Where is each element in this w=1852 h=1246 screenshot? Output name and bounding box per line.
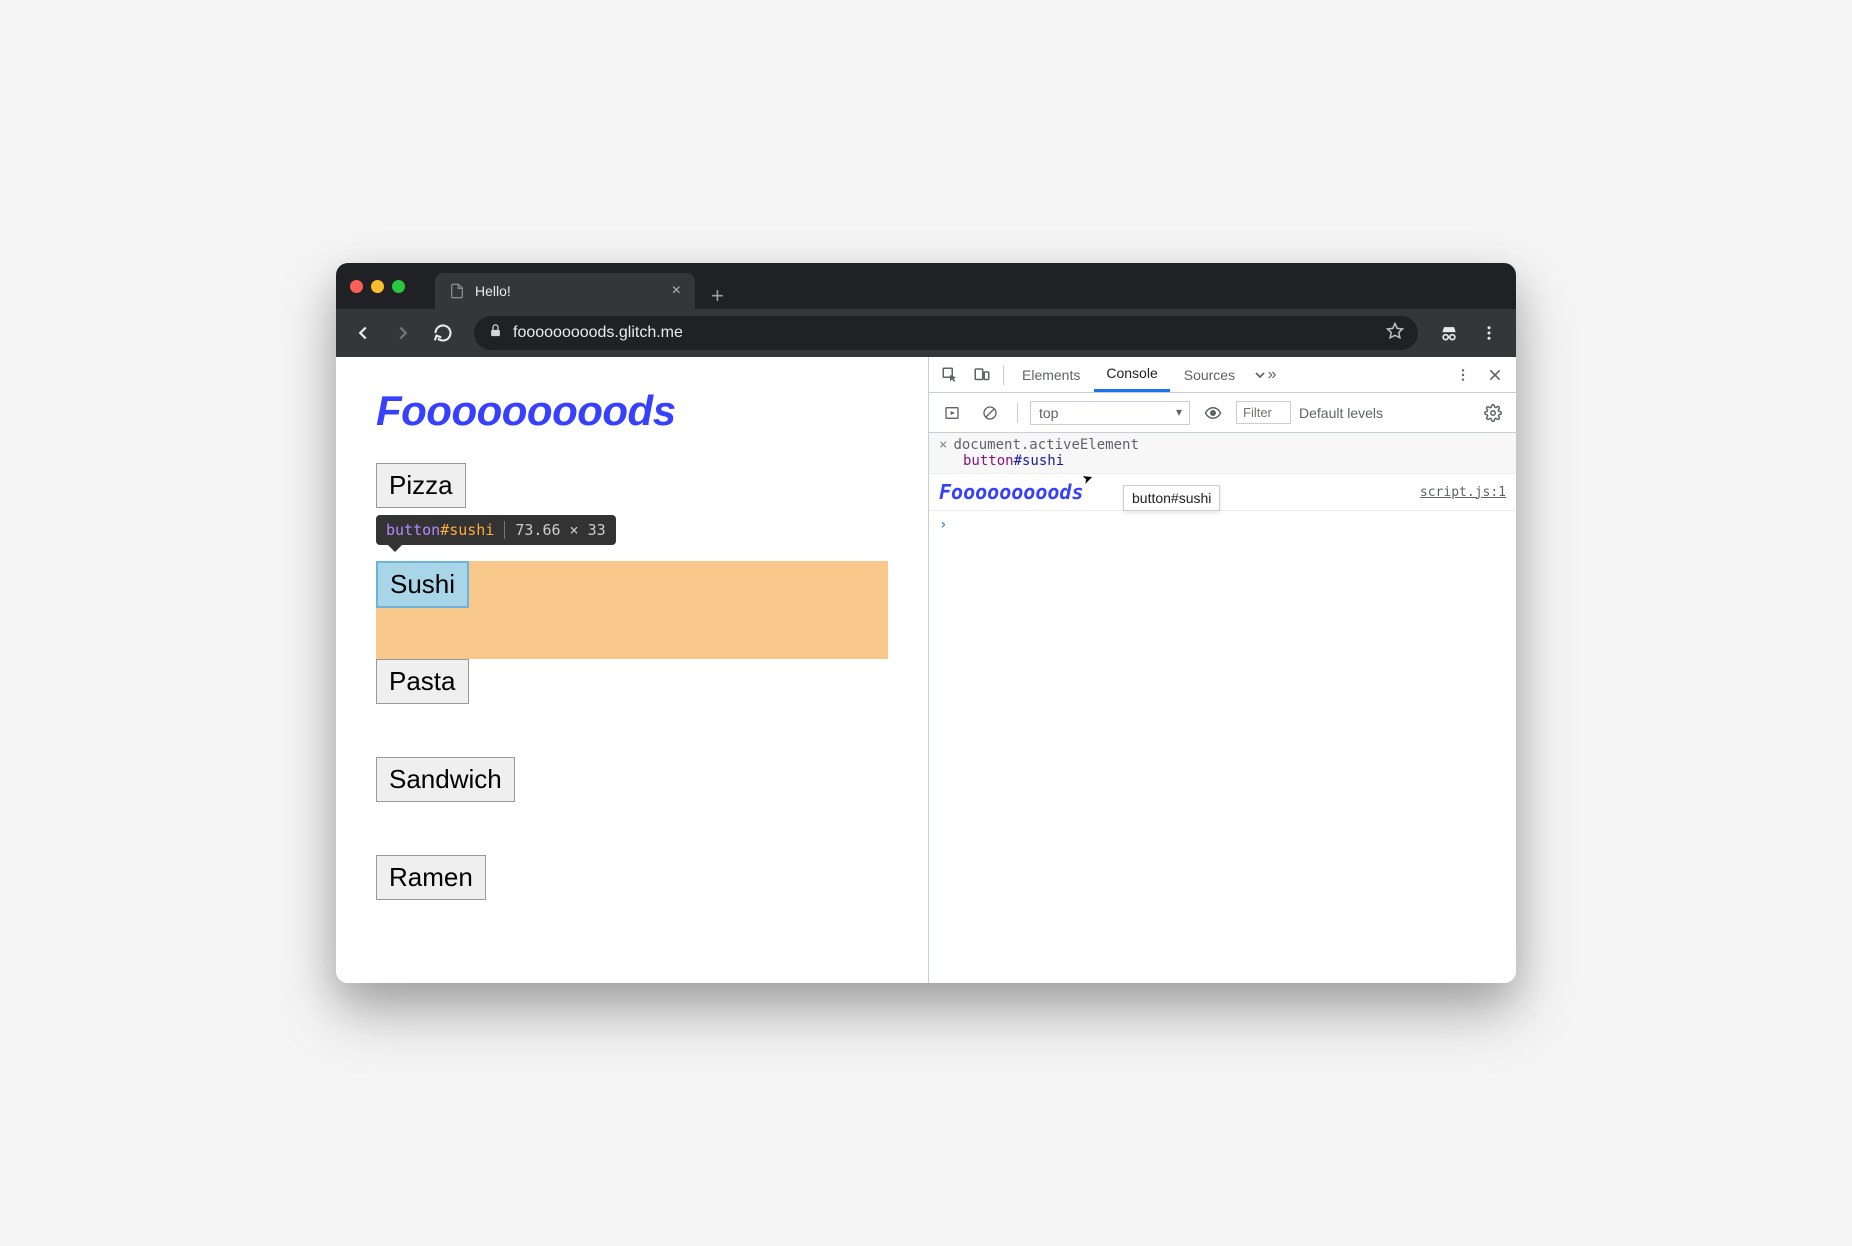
bookmark-star-icon[interactable] [1386, 322, 1404, 345]
tooltip-id: #sushi [440, 521, 494, 539]
separator [1003, 365, 1004, 385]
context-selector[interactable]: top [1030, 401, 1190, 425]
tab-sources[interactable]: Sources [1172, 357, 1247, 392]
more-tabs-icon[interactable]: » [1249, 360, 1279, 390]
food-row: Pizza [376, 463, 888, 561]
console-expression: document.activeElement [953, 437, 1138, 453]
reload-button[interactable] [426, 316, 460, 350]
console-filter-input[interactable] [1236, 401, 1291, 424]
tooltip-tag: button [386, 521, 440, 539]
maximize-window-button[interactable] [392, 280, 405, 293]
console-log-message: Fooooooooods [939, 480, 1084, 504]
food-list: Pizza button#sushi 73.66 × 33 Sushi Past… [376, 463, 888, 953]
content-area: Fooooooooods Pizza button#sushi 73.66 × … [336, 357, 1516, 983]
devtools-menu-icon[interactable] [1448, 360, 1478, 390]
titlebar: Hello! × + [336, 263, 1516, 309]
address-bar[interactable]: fooooooooods.glitch.me [474, 316, 1418, 350]
browser-window: Hello! × + fooooooooods.glitch.me [336, 263, 1516, 983]
dismiss-eager-icon[interactable]: × [939, 437, 947, 453]
lock-icon [488, 323, 503, 343]
food-button-pasta[interactable]: Pasta [376, 659, 469, 704]
tab-title: Hello! [475, 283, 511, 299]
console-settings-icon[interactable] [1478, 398, 1508, 428]
tab-elements[interactable]: Elements [1010, 357, 1092, 392]
separator [1017, 403, 1018, 423]
food-row: Ramen [376, 855, 888, 953]
browser-tabs: Hello! × + [435, 263, 724, 309]
live-expression-icon[interactable] [1198, 398, 1228, 428]
food-row: Sandwich [376, 757, 888, 855]
browser-tab-active[interactable]: Hello! × [435, 273, 695, 309]
menu-icon[interactable] [1472, 316, 1506, 350]
tooltip-dimensions: 73.66 × 33 [504, 521, 605, 539]
console-sidebar-toggle-icon[interactable] [937, 398, 967, 428]
devtools-tabbar: Elements Console Sources » [929, 357, 1516, 393]
log-levels-selector[interactable]: Default levels [1299, 405, 1383, 421]
food-button-ramen[interactable]: Ramen [376, 855, 486, 900]
food-row: Pasta [376, 659, 888, 757]
close-window-button[interactable] [350, 280, 363, 293]
minimize-window-button[interactable] [371, 280, 384, 293]
console-prompt[interactable]: › [929, 511, 1516, 539]
back-button[interactable] [346, 316, 380, 350]
device-toolbar-icon[interactable] [967, 360, 997, 390]
webpage: Fooooooooods Pizza button#sushi 73.66 × … [336, 357, 928, 983]
inspect-element-icon[interactable] [935, 360, 965, 390]
clear-console-icon[interactable] [975, 398, 1005, 428]
element-hover-tooltip: button#sushi [1123, 485, 1220, 511]
page-title: Fooooooooods [376, 387, 888, 435]
close-tab-icon[interactable]: × [672, 282, 681, 300]
food-button-pizza[interactable]: Pizza [376, 463, 466, 508]
element-inspector-tooltip: button#sushi 73.66 × 33 [376, 515, 616, 545]
close-devtools-icon[interactable] [1480, 360, 1510, 390]
new-tab-button[interactable]: + [711, 283, 724, 309]
url-text: fooooooooods.glitch.me [513, 324, 683, 342]
toolbar-right [1432, 316, 1506, 350]
result-id: #sushi [1014, 453, 1065, 469]
result-tag: button [963, 453, 1014, 469]
console-body: × document.activeElement button#sushi ➤ … [929, 433, 1516, 983]
file-icon [449, 283, 465, 299]
incognito-icon[interactable] [1432, 316, 1466, 350]
console-eager-result[interactable]: button#sushi [939, 453, 1064, 469]
forward-button[interactable] [386, 316, 420, 350]
devtools-panel: Elements Console Sources » [928, 357, 1516, 983]
console-log-source[interactable]: script.js:1 [1420, 485, 1506, 500]
food-button-sandwich[interactable]: Sandwich [376, 757, 515, 802]
food-button-sushi[interactable]: Sushi [376, 561, 469, 608]
context-value: top [1030, 401, 1190, 425]
browser-toolbar: fooooooooods.glitch.me [336, 309, 1516, 357]
food-row-highlighted: button#sushi 73.66 × 33 Sushi [376, 561, 888, 659]
tab-console[interactable]: Console [1094, 357, 1169, 392]
console-eager-eval: × document.activeElement button#sushi [929, 433, 1516, 474]
window-controls [350, 280, 405, 293]
console-toolbar: top Default levels [929, 393, 1516, 433]
console-log-row: Fooooooooods script.js:1 [929, 474, 1516, 511]
